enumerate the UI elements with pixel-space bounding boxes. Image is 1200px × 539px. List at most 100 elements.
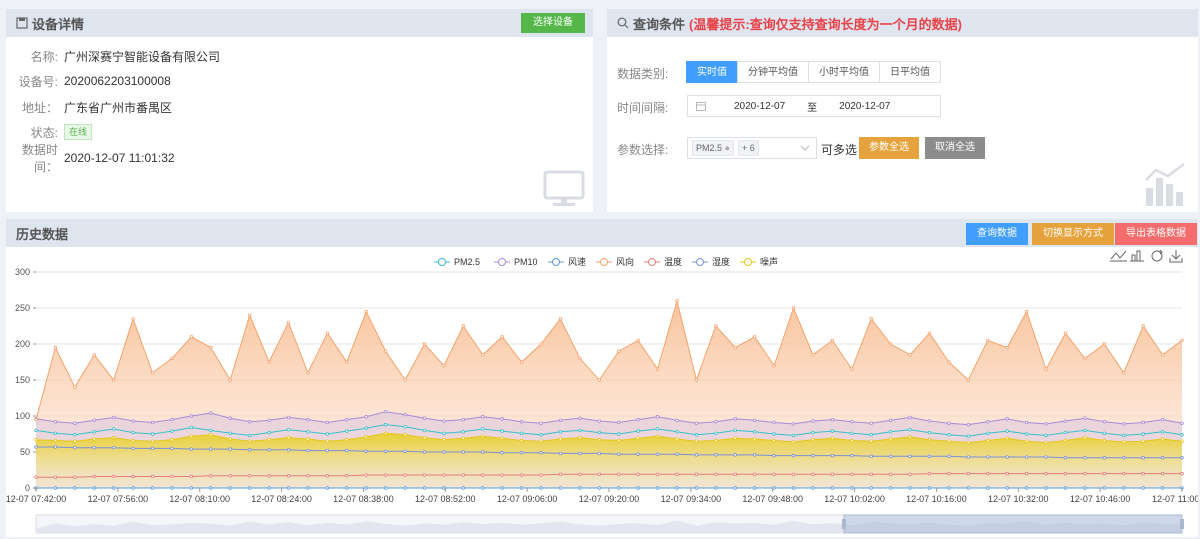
data-point [1044, 433, 1048, 438]
data-point [131, 474, 135, 479]
data-point [675, 486, 679, 490]
data-point [209, 411, 213, 415]
data-point [1005, 471, 1009, 476]
multi-select-hint: 可多选 [821, 143, 858, 157]
data-point [1122, 471, 1126, 476]
data-point [481, 353, 485, 357]
end-date-input[interactable]: 2020-12-07 [839, 101, 890, 112]
data-point [811, 438, 815, 442]
data-point [519, 431, 524, 435]
x-tick-label: 12-07 09:48:00 [742, 494, 803, 504]
data-point [34, 438, 38, 442]
area-噪声 [36, 433, 1182, 488]
data-point [850, 420, 854, 424]
data-point [131, 438, 135, 443]
legend-marker [600, 258, 608, 266]
data-point [34, 475, 38, 479]
data-point [888, 472, 893, 477]
data-point [383, 449, 388, 453]
select-device-button[interactable]: 选择设备 [521, 13, 585, 33]
data-point [1044, 440, 1048, 445]
data-point [1063, 430, 1068, 435]
start-date-input[interactable]: 2020-12-07 [734, 101, 785, 112]
data-point [733, 472, 737, 477]
device-title-text: 设备详情 [32, 16, 85, 32]
data-point [228, 431, 232, 435]
data-point [345, 360, 349, 364]
data-point [675, 418, 679, 423]
data-point [791, 472, 796, 477]
data-point [286, 448, 291, 452]
data-point [986, 455, 990, 459]
tag-close-icon[interactable]: ● [725, 143, 730, 153]
data-point [150, 446, 155, 451]
data-point [733, 417, 737, 421]
data-point [1122, 486, 1126, 490]
data-point [73, 421, 77, 425]
data-point [617, 432, 621, 436]
data-point [1102, 471, 1107, 476]
data-point [345, 429, 349, 433]
data-point [772, 472, 776, 477]
data-point [189, 486, 194, 490]
data-point [73, 385, 77, 389]
type-minute-button[interactable]: 分钟平均值 [737, 61, 809, 83]
data-point [34, 428, 38, 433]
data-point [597, 438, 601, 442]
data-point [345, 486, 349, 490]
data-point [247, 433, 252, 438]
data-point [597, 378, 601, 382]
date-range-picker[interactable]: 2020-12-07 至 2020-12-07 [687, 95, 941, 117]
data-point [442, 419, 446, 423]
data-point [1083, 416, 1087, 420]
data-point [850, 438, 854, 443]
query-data-button[interactable]: 查询数据 [966, 223, 1028, 245]
chart-legend[interactable]: PM2.5 PM10 风速 风向 温度 湿度 噪声 [434, 256, 778, 267]
download-icon[interactable] [1169, 250, 1183, 263]
data-point [869, 472, 873, 477]
data-point [578, 451, 582, 456]
clear-all-button[interactable]: 取消全选 [925, 137, 985, 159]
y-tick-label: 250 [15, 303, 30, 313]
data-point [73, 486, 77, 490]
data-point [170, 486, 174, 490]
data-point [558, 437, 563, 441]
refresh-icon[interactable] [1151, 249, 1163, 262]
type-realtime-button[interactable]: 实时值 [686, 61, 738, 83]
bar-toggle-icon[interactable] [1130, 250, 1144, 262]
data-point [422, 428, 427, 433]
data-point [966, 440, 971, 445]
data-point [966, 378, 971, 382]
select-all-button[interactable]: 参数全选 [859, 137, 919, 159]
device-name-value: 广州深赛宁智能设备有限公司 [64, 49, 221, 64]
data-point [364, 449, 368, 453]
switch-display-button[interactable]: 切换显示方式 [1032, 223, 1114, 245]
data-point [908, 486, 912, 490]
data-point [947, 421, 951, 425]
data-point [1141, 324, 1145, 328]
data-point [1141, 486, 1145, 490]
data-point [888, 418, 893, 423]
type-day-button[interactable]: 日平均值 [879, 61, 941, 83]
line-chart-icon[interactable] [1110, 250, 1127, 262]
data-point [1180, 471, 1184, 476]
data-zoom-slider[interactable] [35, 514, 1184, 534]
export-table-button[interactable]: 导出表格数据 [1115, 223, 1197, 245]
data-point [1102, 342, 1107, 346]
data-point [752, 335, 757, 339]
legend-label: 噪声 [760, 256, 778, 267]
data-point [1122, 456, 1126, 460]
data-point [655, 415, 660, 419]
data-point [1102, 420, 1107, 424]
param-select[interactable]: PM2.5 ● + 6 [687, 137, 817, 159]
data-point [403, 425, 407, 429]
data-point [111, 474, 116, 479]
data-point [830, 486, 835, 490]
device-time-row: 数据时间： 2020-12-07 11:01:32 [2, 143, 175, 174]
data-point [150, 439, 155, 443]
type-hour-button[interactable]: 小时平均值 [808, 61, 880, 83]
data-point [908, 415, 912, 420]
data-point [170, 417, 174, 422]
data-point [383, 409, 388, 414]
data-point [1102, 431, 1107, 435]
